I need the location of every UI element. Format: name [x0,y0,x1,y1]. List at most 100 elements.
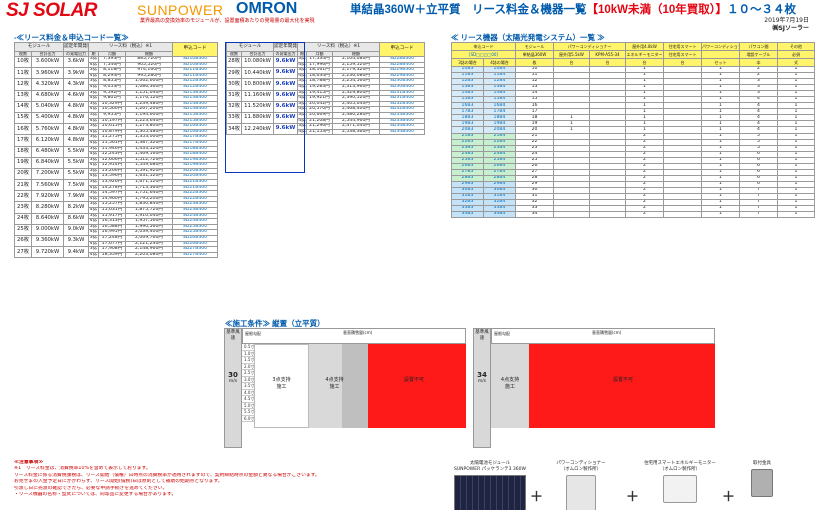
monthly-fee: 21,296円 [306,123,333,130]
construction-chart-36: 基準風速 34 m/s 屋根勾配 垂直積雪量(cm) 0.5寸〜1.0寸〜1.5… [473,328,718,448]
monthly-fee: 13,266円 [98,167,126,175]
zone-3pt-label: 3点支持 施工 [272,377,291,390]
wind-speed-label: 基準風速 [226,330,240,341]
monthly-fee: 17,248円 [98,235,126,242]
total-output: 9.720kW [31,246,64,259]
equip-unit: 台 [663,58,703,67]
solar-panel-image [454,475,526,510]
lease-header: リース料（税込）※1 [297,42,380,52]
equip-qty [553,211,590,219]
lease-term: 4誌 [88,184,99,192]
snow-depth-label: 垂直積雪量(cm) [343,330,373,335]
equip-subheader: 住宅用スマート [663,50,703,59]
equip-code: 34B4 [483,211,516,219]
panel-count: 33枚 [226,111,242,125]
equip-subheader: 必須 [777,50,816,59]
total-output: 9.360kW [31,234,64,248]
lease-row: 24枚 8.640kW 8.6kW 3誌 15,917円 1,910,040円 SD24B3… [14,212,218,225]
certified-output: 9.6kW [273,123,298,136]
lease-term: 4誌 [88,229,99,236]
certified-output: 9.3kW [63,234,89,248]
panel-count: 22枚 [14,190,32,203]
lease-header: 認定年間発電量 [273,42,298,52]
title-highlight: 【10kW未満（10年買取）】 [586,4,728,16]
panel-count: 24枚 [14,212,32,225]
total-output: 8.640kW [31,212,64,225]
equip-header: 住宅用スマート [663,42,703,51]
lease-term: 3誌 [297,89,307,97]
lease-header: 認定年間発電量 [63,42,89,52]
construction-header: 屋根勾配 垂直積雪量(cm) [242,328,466,344]
product-name: 取付金具 [753,461,771,466]
total-output: 3.960kW [31,67,64,80]
monthly-fee: 10,560円 [98,106,126,113]
lease-row: 31枚 11.160kW 9.6kW 3誌 19,415円 2,329,800円 SD31B… [226,89,425,102]
lease-row: 20枚 7.200kW 5.5kW 3誌 13,266円 1,591,920円 SD20B3… [14,167,218,181]
lease-term: 4誌 [88,240,99,248]
certified-output: 4.6kW [63,89,89,102]
lease-term: 3誌 [88,235,99,242]
monthly-fee: 20,042円 [306,100,333,108]
total-output: 5.040kW [31,100,64,113]
equip-header: その他 [777,42,816,51]
zone-prohibited [529,344,715,428]
equip-qty: 2 [625,211,665,219]
monthly-fee: 21,208円 [306,117,333,125]
certified-output: 5.5kW [63,156,89,169]
lease-term: 3誌 [88,111,99,119]
lease-term: 3誌 [88,223,99,231]
panel-count: 11枚 [14,67,32,80]
lease-term: 4誌 [88,84,99,91]
lease-term: 3誌 [88,167,99,175]
lease-term: 3誌 [88,179,99,186]
lease-row: 11枚 3.960kW 3.9kW 3誌 8,118円 974,160円 SD11B300 [14,67,218,80]
lease-subheader: の発電出力 [273,51,298,57]
equip-subheader [701,50,741,59]
panel-count: 28枚 [226,55,242,69]
equip-header: パワーコンディショナー [701,42,741,51]
lease-header: 申込コード [379,42,425,57]
total-output: 10.800kW [241,78,274,91]
lease-row: 17枚 6.120kW 4.8kW 3誌 11,275円 1,353,000円 SD17B3… [14,134,218,147]
lease-term: 3誌 [88,123,99,130]
panel-count: 32枚 [226,100,242,113]
lease-term: 4誌 [88,251,99,259]
lease-subheader: の発電出力 [63,51,89,57]
lease-term: 3誌 [297,56,307,63]
total-output: 8.280kW [31,201,64,214]
certified-output: 9.4kW [63,246,89,259]
panel-count: 34枚 [226,123,242,136]
monthly-fee: 17,677円 [98,240,126,248]
monthly-fee: 17,534円 [306,56,333,63]
monthly-fee: 13,596円 [98,173,126,181]
energy-monitor-image [663,475,697,503]
equip-subheader: 単結晶360W [515,50,554,59]
zone-prohibited-label: 設置不可 [403,377,424,383]
total-output: 11.880kW [241,111,274,125]
wind-speed-34: 34 [477,371,487,379]
monthly-fee: 15,631円 [98,207,126,214]
certified-output: 4.3kW [63,78,89,91]
lease-row: 12枚 4.320kW 4.3kW 3誌 8,855円 1,062,600円 SD12B30… [14,78,218,91]
panel-count: 29枚 [226,67,242,80]
total-output: 6.480kW [31,145,64,158]
monthly-fee: 19,415円 [306,89,333,97]
equip-qty [663,211,703,219]
monthly-fee: 14,960円 [98,195,126,203]
product-mount: 取付金具 [742,460,782,497]
lease-row: 28枚 10.080kW 9.6kW 3誌 17,534円 2,104,080円 SD28B… [226,55,425,69]
lease-term: 3誌 [88,201,99,208]
total-output: 10.440kW [241,67,274,80]
panel-count: 13枚 [14,89,32,102]
lease-term: 4誌 [88,95,99,102]
sunpower-logo: SUNPOWER [137,2,224,18]
panel-count: 18枚 [14,145,32,158]
page: SJ SOLAR SUNPOWER OMRON 単結晶360W＋立平質 リース料… [0,0,825,510]
lease-price-table: モジュール認定年間発電量リース料（税込）※1申込コード 枚数合計出力の発電出力期… [14,42,218,259]
monthly-fee: 11,561円 [98,139,126,147]
lease-row: 15枚 5.400kW 4.8kW 3誌 9,955円 1,194,600円 SD15B30… [14,111,218,125]
zone-prohibited [368,344,466,428]
panel-count: 14枚 [14,100,32,113]
monthly-fee: 12,243円 [98,151,126,158]
lease-header: モジュール [226,42,274,52]
